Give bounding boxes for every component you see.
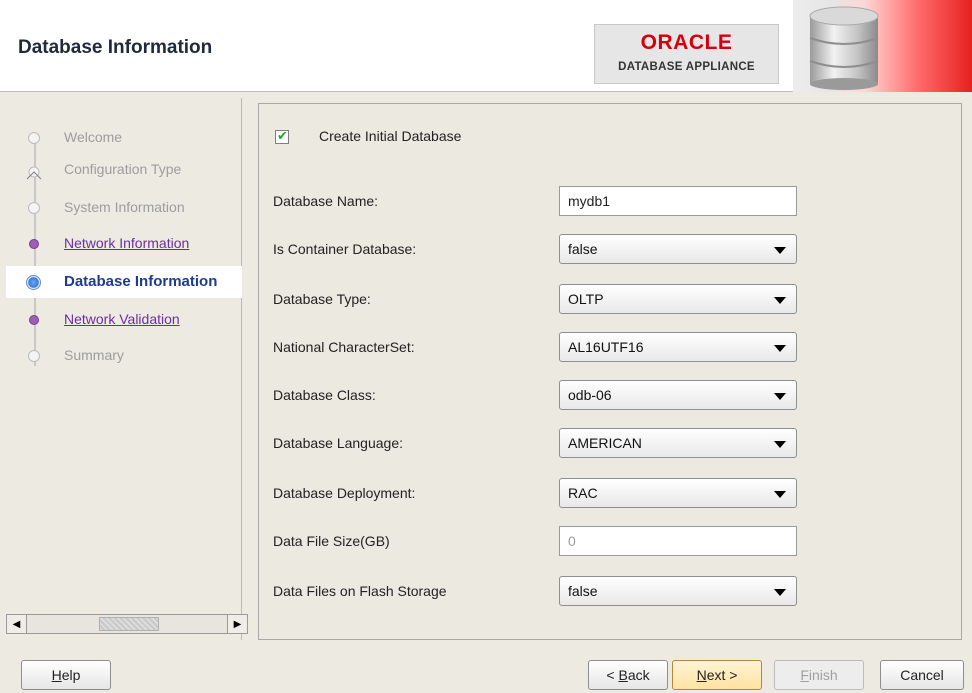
field-label: Database Language: [273,435,403,451]
data-files-flash-storage-select[interactable]: false [559,576,797,606]
step-current-dot-icon [26,275,41,290]
field-label: Data Files on Flash Storage [273,583,447,599]
database-form-panel: ✔ Create Initial Database Database Name:… [258,103,962,640]
step-visited-dot-icon [29,315,39,325]
button-mnemonic: N [696,667,707,683]
nav-step-network-validation[interactable]: Network Validation [6,304,242,336]
button-mnemonic: H [51,667,62,683]
wizard-step-nav: Welcome Configuration Type System Inform… [6,98,242,640]
select-value: false [568,241,598,257]
logo-subtitle: DATABASE APPLIANCE [618,61,755,73]
field-label: Data File Size(GB) [273,533,390,549]
select-value: AMERICAN [568,435,642,451]
national-characterset-row: National CharacterSet: AL16UTF16 [273,332,953,364]
step-branch-icon [26,166,42,180]
checkbox-label: Create Initial Database [319,128,462,144]
dropdown-arrow-icon [774,297,786,304]
select-value: RAC [568,485,598,501]
database-class-row: Database Class: odb-06 [273,380,953,412]
nav-step-label: System Information [64,199,185,215]
oracle-logo: ORACLE DATABASE APPLIANCE [588,0,793,92]
button-text: ext > [706,667,738,683]
field-label: Database Name: [273,193,379,209]
dropdown-arrow-icon [774,589,786,596]
data-files-flash-storage-row: Data Files on Flash Storage false [273,576,953,608]
select-value: odb-06 [568,387,612,403]
scrollbar-thumb[interactable] [99,617,159,631]
is-container-database-row: Is Container Database: false [273,234,953,266]
database-type-select[interactable]: OLTP [559,284,797,314]
field-label: Database Deployment: [273,485,416,501]
dropdown-arrow-icon [774,441,786,448]
dropdown-arrow-icon [774,393,786,400]
nav-step-database-information: Database Information [6,266,242,298]
button-mnemonic: B [618,667,628,683]
button-text: Cancel [900,667,944,683]
field-label: Database Class: [273,387,376,403]
database-cylinder-icon [809,6,879,90]
create-initial-database-checkbox[interactable]: ✔ [275,128,289,144]
nav-step-label: Summary [64,347,124,363]
nav-step-label: Database Information [64,273,218,290]
database-name-input[interactable]: mydb1 [559,186,797,216]
finish-button: Finish [774,660,864,690]
dropdown-arrow-icon [774,345,786,352]
back-button[interactable]: < Back [588,660,668,690]
database-class-select[interactable]: odb-06 [559,380,797,410]
scroll-left-arrow-icon[interactable]: ◀ [7,615,27,633]
nav-step-welcome: Welcome [6,122,242,154]
page-title: Database Information [18,37,213,58]
nav-step-network-information[interactable]: Network Information [6,228,242,260]
button-text: ack [627,667,650,683]
nav-step-system-information: System Information [6,192,242,224]
scroll-right-arrow-icon[interactable]: ▶ [227,615,247,633]
nav-step-label: Configuration Type [64,161,182,177]
checkmark-icon: ✔ [277,128,288,143]
step-dot-icon [28,132,40,144]
database-name-row: Database Name: mydb1 [273,186,953,218]
dropdown-arrow-icon [774,247,786,254]
select-value: OLTP [568,291,604,307]
button-text: elp [61,667,81,683]
database-type-row: Database Type: OLTP [273,284,953,316]
button-text: inish [808,667,838,683]
step-visited-dot-icon [29,239,39,249]
database-language-select[interactable]: AMERICAN [559,428,797,458]
database-language-row: Database Language: AMERICAN [273,428,953,460]
next-button[interactable]: Next > [672,660,762,690]
field-label: Database Type: [273,291,371,307]
select-value: AL16UTF16 [568,339,644,355]
button-mnemonic: F [800,667,809,683]
nav-step-summary: Summary [6,340,242,372]
nav-step-configuration-type: Configuration Type [6,154,242,186]
help-button[interactable]: Help [21,660,111,690]
database-deployment-select[interactable]: RAC [559,478,797,508]
nav-horizontal-scrollbar[interactable]: ◀ ▶ [6,614,248,634]
data-file-size-row: Data File Size(GB) 0 [273,526,953,558]
nav-step-label: Welcome [64,129,123,145]
select-value: false [568,583,598,599]
cancel-button[interactable]: Cancel [880,660,964,690]
step-dot-icon [28,350,40,362]
nav-step-link[interactable]: Network Validation [64,311,180,327]
logo-brand: ORACLE [640,31,733,54]
nav-step-link[interactable]: Network Information [64,235,189,251]
button-text: < [606,667,619,683]
dropdown-arrow-icon [774,491,786,498]
national-characterset-select[interactable]: AL16UTF16 [559,332,797,362]
data-file-size-input: 0 [559,526,797,556]
field-label: National CharacterSet: [273,339,415,355]
logo-box: ORACLE DATABASE APPLIANCE [594,24,779,84]
step-dot-icon [28,202,40,214]
database-deployment-row: Database Deployment: RAC [273,478,953,510]
is-container-database-select[interactable]: false [559,234,797,264]
field-label: Is Container Database: [273,241,417,257]
